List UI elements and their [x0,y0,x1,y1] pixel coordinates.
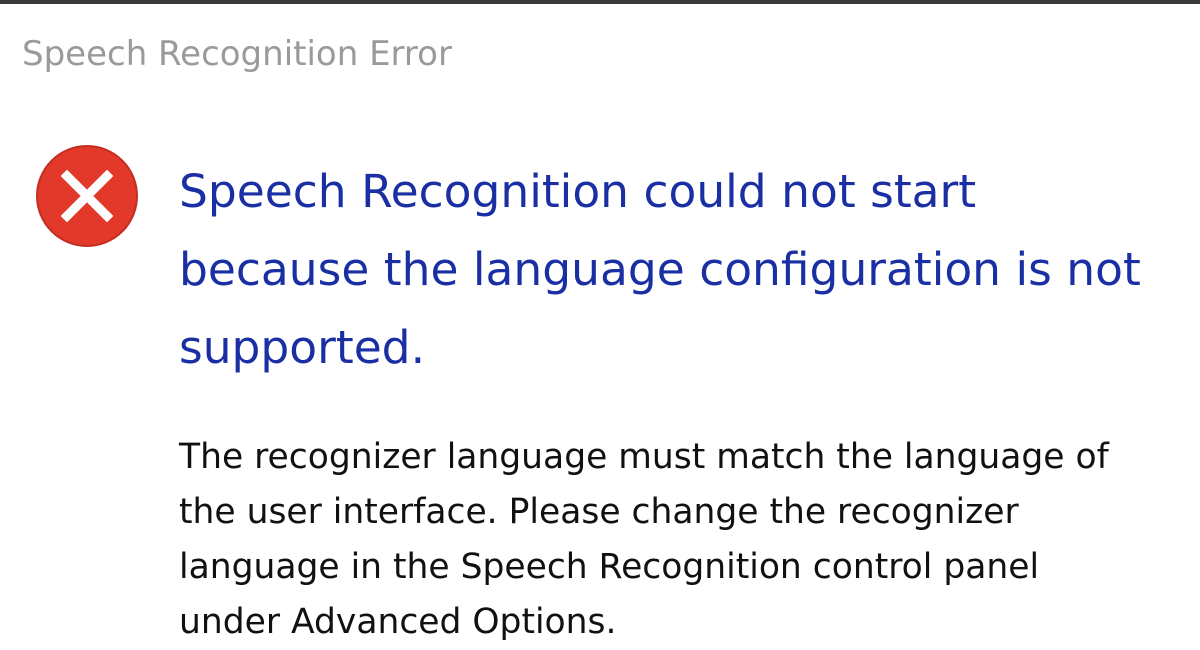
content-text: The recognizer language must match the l… [179,437,1109,642]
error-icon [35,144,139,248]
error-dialog: Speech Recognition Error Speech Recognit… [0,4,1200,642]
window-title: Speech Recognition Error [22,34,452,74]
main-instruction: Speech Recognition could not start becau… [179,165,1141,374]
